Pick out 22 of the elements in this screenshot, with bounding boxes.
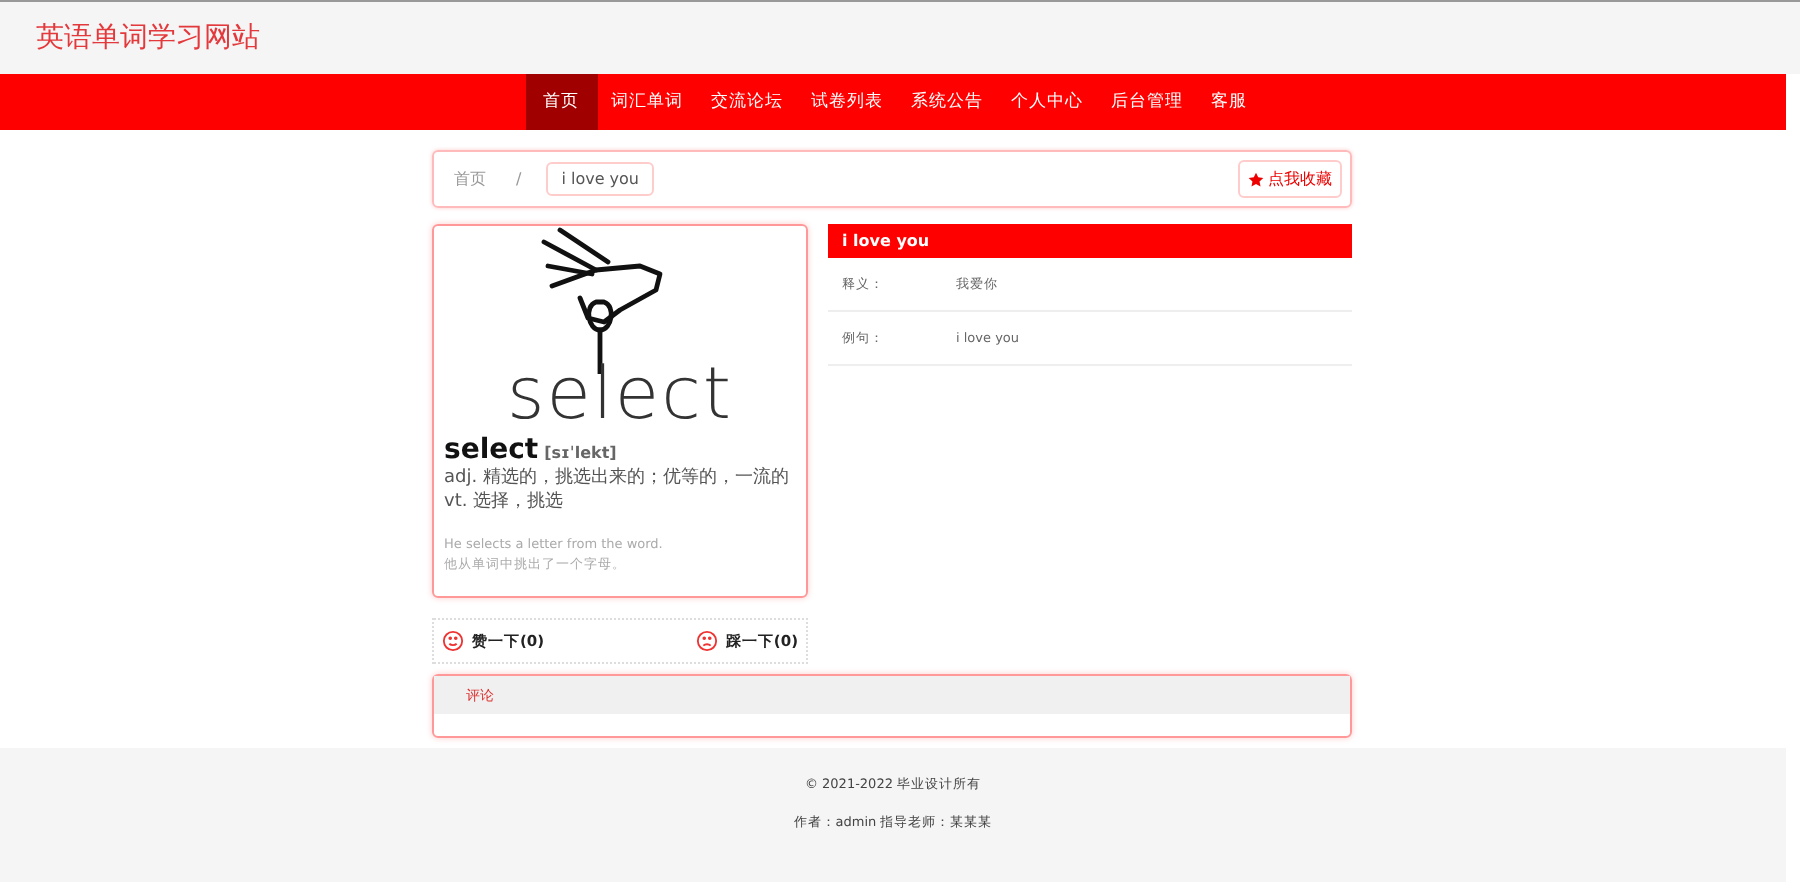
nav-link[interactable]: 系统公告: [897, 74, 997, 130]
nav-link[interactable]: 个人中心: [997, 74, 1097, 130]
nav-link[interactable]: 首页: [525, 74, 597, 130]
definition: vt. 选择，挑选: [444, 490, 566, 514]
detail-title: i love you: [828, 224, 1352, 258]
nav-link[interactable]: 交流论坛: [697, 74, 797, 130]
breadcrumb-current: i love you: [545, 162, 655, 196]
star-icon: [1248, 171, 1264, 187]
nav-link[interactable]: 词汇单词: [597, 74, 697, 130]
definition: adj. 精选的，挑选出来的；优等的，一流的: [444, 466, 791, 490]
breadcrumb-home-link[interactable]: 首页: [454, 168, 486, 190]
nav-link[interactable]: 后台管理: [1097, 74, 1197, 130]
site-title: 英语单词学习网站: [36, 20, 260, 56]
nav-link[interactable]: 客服: [1197, 74, 1261, 130]
smile-face-icon: [442, 630, 464, 652]
nav-link[interactable]: 试卷列表: [797, 74, 897, 130]
phonetic: [sɪˈlekt]: [544, 444, 617, 462]
favorite-button[interactable]: 点我收藏: [1238, 160, 1342, 198]
image-word: select: [507, 362, 733, 430]
frown-face-icon: [695, 630, 718, 652]
breadcrumb-separator: /: [516, 170, 522, 188]
headword: select: [444, 434, 539, 466]
